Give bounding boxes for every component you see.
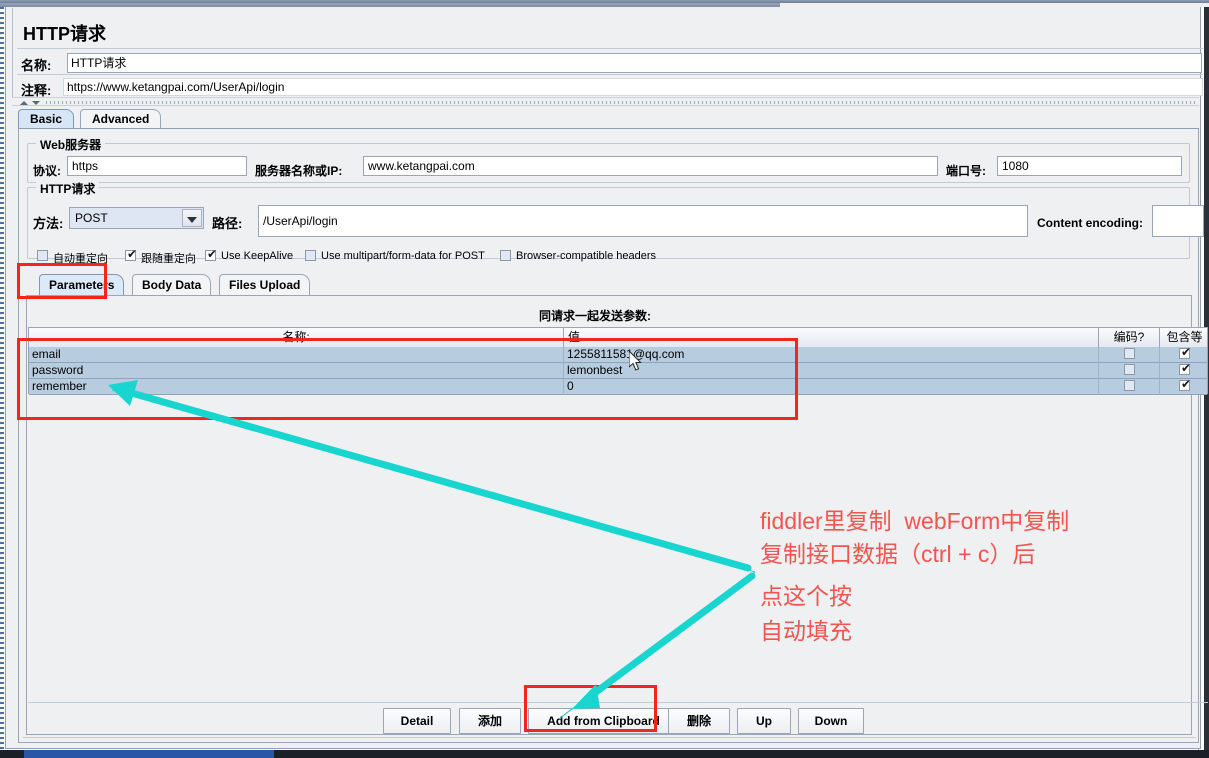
checkbox-use-multipart[interactable] — [305, 250, 316, 261]
checkbox-browser-compatible-headers-label: Browser-compatible headers — [516, 250, 657, 262]
check-mark-icon: ✔ — [127, 247, 138, 261]
content-encoding-label: Content encoding: — [1037, 216, 1143, 230]
check-mark-icon: ✔ — [1181, 347, 1192, 359]
check-mark-icon: ✔ — [1181, 379, 1192, 391]
cell-include-equals[interactable]: ✔ — [1160, 347, 1209, 363]
collapse-down-icon[interactable] — [32, 101, 40, 105]
path-label: 路径: — [212, 216, 243, 231]
row-encode-checkbox[interactable] — [1123, 348, 1135, 359]
check-mark-icon: ✔ — [207, 247, 218, 261]
down-button[interactable]: Down — [798, 708, 864, 734]
detail-button[interactable]: Detail — [383, 708, 451, 734]
cell-encode[interactable] — [1099, 363, 1160, 379]
request-header-panel: HTTP请求 名称: HTTP请求 注释: https://www.ketang… — [12, 8, 1203, 98]
up-button[interactable]: Up — [737, 708, 791, 734]
add-button[interactable]: 添加 — [459, 708, 521, 734]
checkbox-follow-redirect[interactable]: ✔ — [125, 247, 138, 261]
protocol-label: 协议: — [33, 164, 61, 178]
collapse-up-icon[interactable] — [20, 101, 28, 105]
http-request-group-title: HTTP请求 — [36, 180, 100, 197]
left-dotted-border — [0, 7, 4, 750]
checkbox-browser-compatible-headers[interactable] — [500, 250, 511, 261]
method-label: 方法: — [33, 216, 64, 231]
row-include-equals-checkbox[interactable]: ✔ — [1179, 363, 1192, 375]
cell-include-equals[interactable]: ✔ — [1160, 379, 1209, 395]
check-mark-icon: ✔ — [1181, 363, 1192, 375]
tab-advanced[interactable]: Advanced — [80, 109, 162, 129]
name-label: 名称: — [21, 58, 52, 73]
checkbox-use-keepalive-label: Use KeepAlive — [221, 250, 294, 262]
port-label: 端口号: — [946, 164, 986, 178]
annotation-line-3: 点这个按 — [760, 583, 852, 609]
cell-include-equals[interactable]: ✔ — [1160, 363, 1209, 379]
tab-body-data[interactable]: Body Data — [132, 274, 212, 296]
comment-input[interactable]: https://www.ketangpai.com/UserApi/login — [63, 78, 1203, 96]
method-combobox[interactable]: POST — [69, 207, 204, 229]
path-input[interactable]: /UserApi/login — [258, 205, 1028, 237]
basic-tab-panel: Web服务器 协议: https 服务器名称或IP: www.ketangpai… — [18, 129, 1208, 743]
delete-button[interactable]: 删除 — [668, 708, 730, 734]
panel-bottom-divider — [23, 737, 1196, 738]
protocol-input[interactable]: https — [67, 156, 247, 176]
main-tab-bar: Basic Advanced — [18, 109, 1199, 129]
checkbox-use-multipart-label: Use multipart/form-data for POST — [321, 250, 485, 262]
annotation-line-2: 复制接口数据（ctrl + c）后 — [760, 541, 1036, 567]
header-divider-1 — [17, 48, 1203, 49]
server-label: 服务器名称或IP: — [255, 164, 343, 178]
row-encode-checkbox[interactable] — [1123, 380, 1135, 391]
checkbox-auto-redirect[interactable] — [37, 250, 48, 261]
cell-encode[interactable] — [1099, 347, 1160, 363]
col-header-encode[interactable]: 编码? — [1099, 328, 1160, 347]
highlight-add-from-clipboard — [524, 685, 657, 732]
cell-encode[interactable] — [1099, 379, 1160, 395]
name-input[interactable]: HTTP请求 — [67, 53, 1202, 73]
row-include-equals-checkbox[interactable]: ✔ — [1179, 379, 1192, 391]
content-encoding-input[interactable] — [1152, 205, 1204, 237]
screenshot-root: HTTP请求 名称: HTTP请求 注释: https://www.ketang… — [0, 0, 1209, 758]
parameters-caption: 同请求一起发送参数: — [539, 309, 651, 323]
web-server-group-title: Web服务器 — [36, 136, 106, 153]
method-value: POST — [75, 211, 108, 225]
page-title: HTTP请求 — [23, 24, 106, 44]
split-pane-divider[interactable] — [12, 97, 1199, 106]
server-input[interactable]: www.ketangpai.com — [363, 156, 938, 176]
mouse-cursor-icon — [629, 351, 642, 371]
annotation-line-1: fiddler里复制 webForm中复制 — [760, 508, 1070, 534]
header-divider-2 — [17, 74, 1203, 75]
annotation-line-4: 自动填充 — [760, 618, 852, 644]
chevron-down-icon — [187, 217, 197, 223]
divider-grip — [46, 101, 1195, 104]
parameters-tab-bar: Parameters Body Data Files Upload — [39, 274, 1179, 296]
checkbox-follow-redirect-label: 跟随重定向 — [141, 253, 196, 265]
tab-basic[interactable]: Basic — [18, 109, 75, 129]
port-input[interactable]: 1080 — [997, 156, 1182, 176]
tab-files-upload[interactable]: Files Upload — [219, 274, 311, 296]
highlight-parameters-table — [17, 338, 798, 420]
row-include-equals-checkbox[interactable]: ✔ — [1179, 347, 1192, 359]
checkbox-use-keepalive[interactable]: ✔ — [205, 247, 218, 261]
taskbar-active-item — [24, 750, 274, 758]
row-encode-checkbox[interactable] — [1123, 364, 1135, 375]
col-header-include-equals[interactable]: 包含等于? — [1160, 328, 1209, 347]
highlight-parameters-tab — [17, 263, 107, 299]
